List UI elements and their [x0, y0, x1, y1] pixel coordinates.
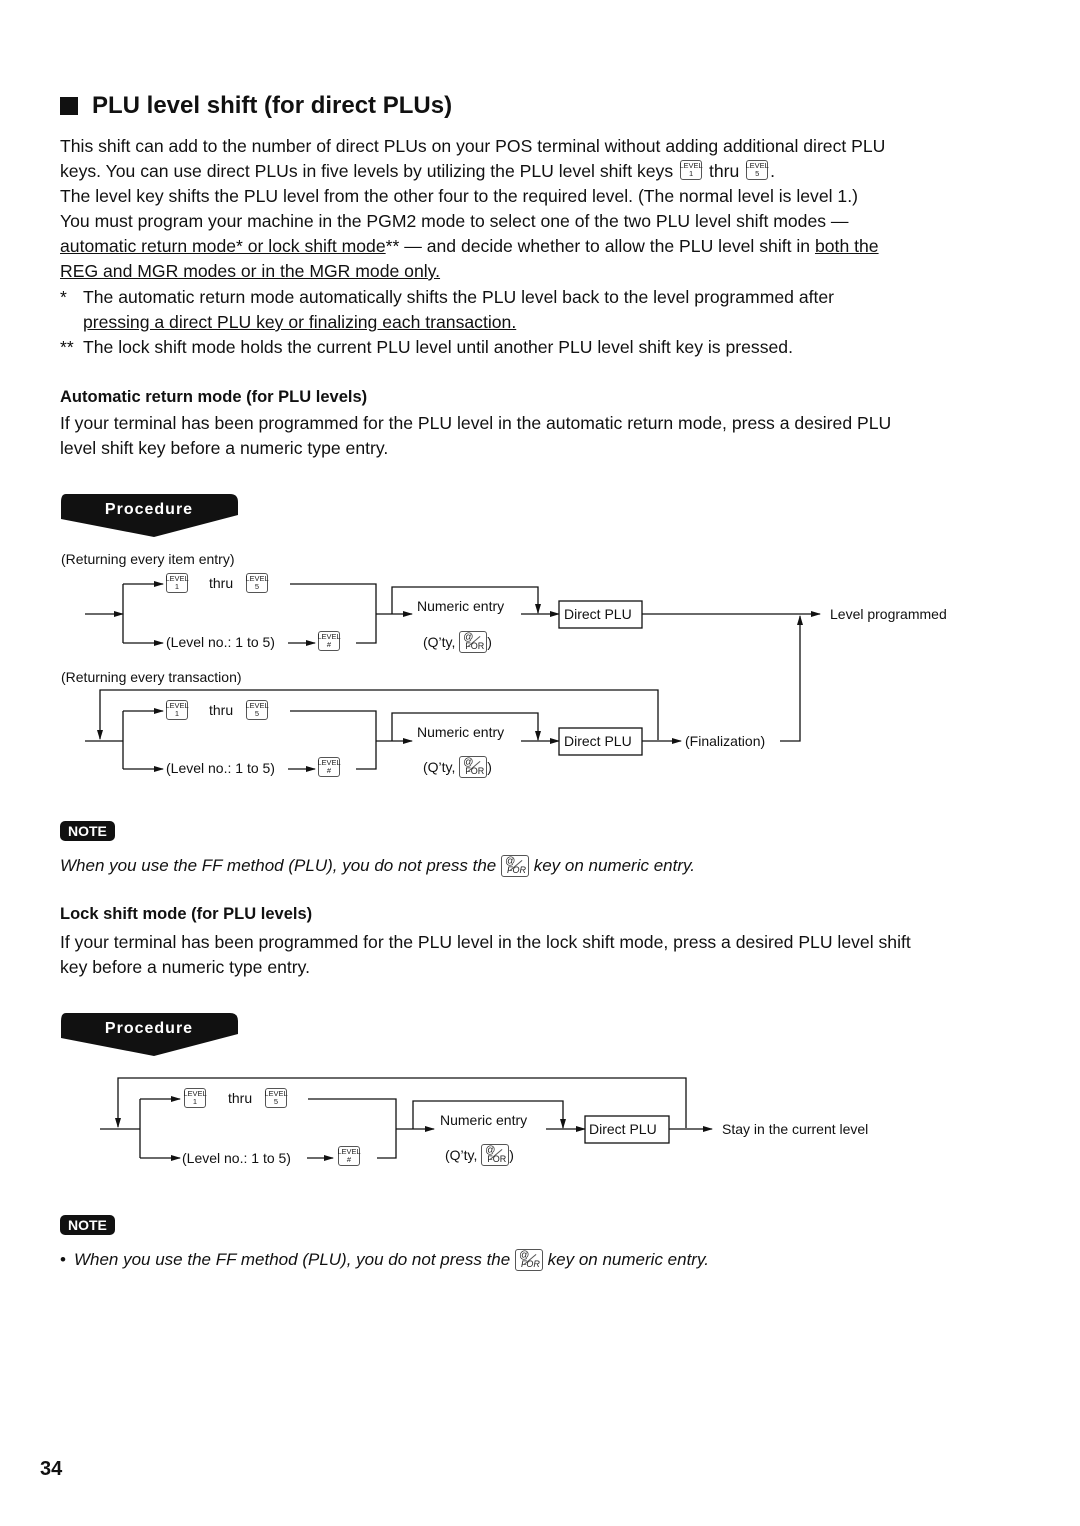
d3-level-5-key: LEVEL 5 — [264, 1088, 288, 1108]
d1-level-5-key: LEVEL 5 — [245, 573, 269, 593]
d1-at-for-key: @ FOR — [459, 631, 488, 653]
d3-direct-plu: Direct PLU — [589, 1121, 657, 1137]
d2-top-join — [290, 710, 377, 741]
note-2-bullet: • — [60, 1250, 66, 1269]
d1-direct-plu: Direct PLU — [564, 606, 632, 622]
d2-level-no: (Level no.: 1 to 5) — [166, 760, 275, 776]
d2-direct-plu: Direct PLU — [564, 733, 632, 749]
d2-level-5-key: LEVEL 5 — [245, 700, 269, 720]
d1-numeric-entry: Numeric entry — [417, 598, 505, 614]
note-2-at-for-key: @ FOR — [514, 1249, 543, 1271]
d1-top-join — [290, 583, 377, 614]
d3-level-hash-key: LEVEL # — [337, 1146, 361, 1166]
lock-shift-body-2: key before a numeric type entry. — [60, 957, 311, 977]
d2-at-for-key: @ FOR — [459, 756, 488, 778]
diagram2-caption: (Returning every transaction) — [61, 669, 242, 685]
d3-level-1-key: LEVEL 1 — [183, 1088, 207, 1108]
d1-result: Level programmed — [830, 606, 947, 622]
d1-level-hash-key: LEVEL # — [317, 631, 341, 651]
d2-qty: (Q’ty, @ FOR ) — [423, 756, 492, 778]
d3-result: Stay in the current level — [722, 1121, 869, 1137]
note-badge-2: NOTE — [60, 1215, 115, 1235]
d2-finalization: (Finalization) — [685, 733, 766, 749]
d1-level-no: (Level no.: 1 to 5) — [166, 634, 275, 650]
page-number: 34 — [40, 1458, 63, 1480]
d1-level-1-key: LEVEL 1 — [165, 573, 189, 593]
procedure-label-2: Procedure — [105, 1020, 193, 1037]
d1-qty: (Q’ty, @ FOR ) — [423, 631, 492, 653]
lock-shift-heading: Lock shift mode (for PLU levels) — [60, 905, 313, 923]
d3-numeric-entry: Numeric entry — [440, 1112, 528, 1128]
procedure-badge-2: Procedure — [58, 1012, 240, 1063]
d3-thru: thru — [228, 1090, 253, 1106]
d3-level-no: (Level no.: 1 to 5) — [182, 1150, 291, 1166]
d3-top-join — [308, 1098, 397, 1129]
d2-final-to-result — [780, 615, 803, 742]
d2-thru: thru — [209, 702, 234, 718]
d3-qty: (Q’ty, @ FOR ) — [445, 1144, 514, 1166]
d2-numeric-entry: Numeric entry — [417, 724, 505, 740]
note-1-text: When you use the FF method (PLU), you do… — [60, 855, 695, 877]
d2-level-hash-key: LEVEL # — [317, 757, 341, 777]
d2-bottom-join — [356, 741, 377, 770]
d2-level-1-key: LEVEL 1 — [165, 700, 189, 720]
note-1-at-for-key: @ FOR — [500, 855, 529, 877]
note-2-text: • When you use the FF method (PLU), you … — [60, 1249, 709, 1271]
note-badge: NOTE — [60, 821, 115, 841]
lock-shift-body-1: If your terminal has been programmed for… — [60, 932, 911, 952]
d3-bottom-join — [377, 1129, 397, 1159]
d1-thru: thru — [209, 575, 234, 591]
diagram-lines — [85, 581, 821, 1161]
d1-bottom-join — [356, 614, 377, 644]
d3-at-for-key: @ FOR — [481, 1144, 510, 1166]
